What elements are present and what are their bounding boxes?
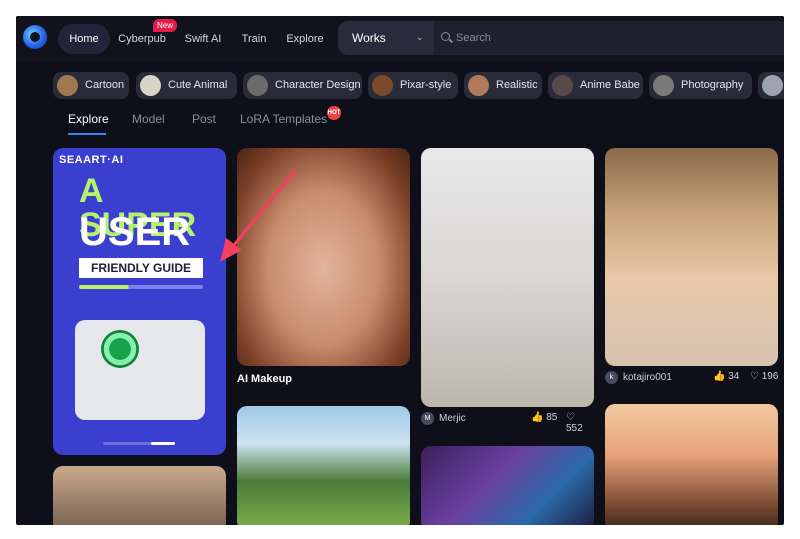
chip-label: Realistic — [496, 79, 538, 91]
chip-label: Character Design — [275, 79, 361, 91]
chip-anime-babe[interactable]: Anime Babe — [548, 72, 643, 99]
chip-label: Photography — [681, 79, 744, 91]
chip-avatar — [468, 75, 489, 96]
image-card[interactable] — [53, 466, 226, 525]
chip-avatar — [57, 75, 78, 96]
like-count[interactable]: 👍 34 — [713, 371, 739, 382]
abstract-feather-image[interactable] — [421, 446, 594, 525]
tab-explore[interactable]: Explore — [68, 112, 109, 126]
works-dropdown[interactable]: Works ⌄ — [338, 21, 434, 55]
search-input[interactable]: Search — [434, 21, 784, 55]
heart-count-value: 552 — [566, 423, 583, 434]
card-meta-kotajiro: k kotajiro001 👍 34 ♡ 196 — [605, 371, 784, 389]
chip-more[interactable] — [758, 72, 784, 99]
sunset-portrait-image[interactable] — [605, 404, 778, 525]
chip-realistic[interactable]: Realistic — [464, 72, 542, 99]
new-badge: New — [153, 19, 178, 32]
tab-lora-templates[interactable]: LoRA Templates — [240, 112, 327, 126]
active-tab-indicator — [68, 133, 106, 135]
chip-avatar — [762, 75, 783, 96]
promo-title-line2: USER — [79, 210, 191, 254]
chip-avatar — [247, 75, 268, 96]
chip-pixar-style[interactable]: Pixar-style — [368, 72, 458, 99]
chip-cute-animal[interactable]: Cute Animal — [136, 72, 237, 99]
chevron-down-icon: ⌄ — [415, 32, 424, 43]
heart-count[interactable]: ♡ 196 — [750, 371, 778, 382]
search-icon — [441, 32, 450, 41]
super-user-guide-banner[interactable]: SEAART·AI A SUPER USER FRIENDLY GUIDE — [53, 148, 226, 455]
seaart-logo-icon[interactable] — [23, 25, 47, 49]
chip-label: Pixar-style — [400, 79, 452, 91]
promo-brand: SEAART·AI — [59, 154, 124, 166]
username[interactable]: kotajiro001 — [623, 372, 672, 383]
annotation-arrow-icon — [220, 170, 296, 262]
chip-character-design[interactable]: Character Design — [243, 72, 362, 99]
mountain-girl-image[interactable] — [237, 406, 410, 525]
chip-avatar — [552, 75, 573, 96]
username[interactable]: Merjic — [439, 413, 466, 424]
tab-model[interactable]: Model — [132, 112, 165, 126]
avatar[interactable]: M — [421, 412, 434, 425]
like-count[interactable]: 👍 85 — [531, 412, 557, 423]
chip-avatar — [372, 75, 393, 96]
hot-badge: HOT — [327, 106, 341, 120]
card-meta-merjic: M Merjic 👍 85 ♡ 552 — [421, 412, 594, 434]
chip-photography[interactable]: Photography — [649, 72, 752, 99]
heart-count[interactable]: ♡ 552 — [566, 412, 594, 434]
nav-swift-ai[interactable]: Swift AI — [179, 24, 227, 54]
anime-girl-image[interactable] — [605, 148, 778, 366]
chip-avatar — [140, 75, 161, 96]
chip-cartoon[interactable]: Cartoon — [53, 72, 129, 99]
promo-illustration — [75, 320, 205, 420]
top-navigation: Home Cyberpub New Swift AI Train Explore… — [16, 16, 784, 62]
like-count-value: 85 — [546, 412, 558, 423]
nav-explore[interactable]: Explore — [284, 24, 326, 54]
carousel-pager[interactable] — [103, 442, 175, 445]
avatar[interactable]: k — [605, 371, 618, 384]
tab-post[interactable]: Post — [192, 112, 216, 126]
chip-label: Cartoon — [85, 79, 125, 91]
like-count-value: 34 — [728, 371, 740, 382]
woman-sweater-image[interactable] — [421, 148, 594, 407]
app-window: Home Cyberpub New Swift AI Train Explore… — [16, 16, 784, 525]
promo-title-line3: FRIENDLY GUIDE — [79, 258, 203, 278]
search-placeholder: Search — [456, 32, 491, 44]
chip-avatar — [653, 75, 674, 96]
nav-train[interactable]: Train — [237, 24, 271, 54]
nav-home[interactable]: Home — [58, 24, 110, 54]
heart-count-value: 196 — [761, 371, 779, 382]
promo-progress-strip — [79, 285, 203, 289]
works-label: Works — [352, 31, 386, 45]
ai-makeup-caption: AI Makeup — [237, 373, 293, 385]
chip-label: Anime Babe — [580, 79, 640, 91]
chip-label: Cute Animal — [168, 79, 228, 91]
promo-gear-icon — [101, 330, 139, 368]
